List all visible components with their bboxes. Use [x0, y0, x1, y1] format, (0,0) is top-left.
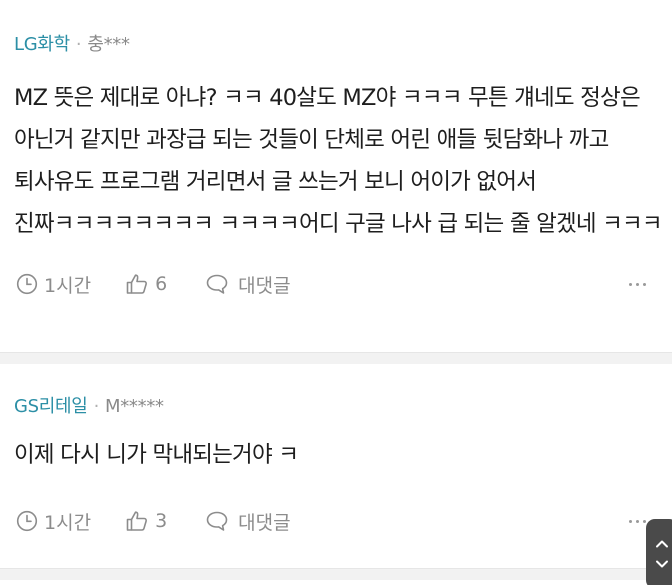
comment-actions: 1시간 6 대댓글	[14, 269, 658, 299]
more-dots-icon[interactable]	[629, 282, 646, 286]
comment-list: LG화학 · 충*** MZ 뜻은 제대로 아냐? ㅋㅋ 40살도 MZ야 ㅋㅋㅋ …	[0, 0, 672, 585]
scroll-up-down-icon[interactable]	[646, 519, 672, 585]
clock-icon	[16, 510, 38, 532]
author-company[interactable]: GS리테일	[14, 396, 88, 417]
comment-text: MZ 뜻은 제대로 아냐? ㅋㅋ 40살도 MZ야 ㅋㅋㅋ 무튼 걔네도 정상은…	[14, 85, 663, 237]
chevron-down-icon[interactable]	[655, 560, 669, 569]
thumbs-up-icon	[126, 511, 148, 531]
comment-time: 1시간	[16, 508, 91, 535]
comment-author: GS리테일 · M*****	[14, 395, 658, 419]
like-button[interactable]: 3	[125, 509, 167, 533]
comment-item: GS리테일 · M***** 이제 다시 니가 막내되는거야 ㅋ 1시간 3 대…	[0, 358, 672, 536]
like-button[interactable]: 6	[125, 272, 167, 296]
time-label: 1시간	[44, 511, 92, 534]
comment-divider	[0, 568, 672, 580]
clock-icon	[16, 273, 38, 295]
comment-item: LG화학 · 충*** MZ 뜻은 제대로 아냐? ㅋㅋ 40살도 MZ야 ㅋㅋㅋ …	[0, 0, 672, 358]
time-label: 1시간	[44, 274, 92, 297]
comment-divider	[0, 352, 672, 364]
comment-actions: 1시간 3 대댓글	[14, 506, 658, 536]
like-count: 6	[155, 273, 168, 295]
author-username: M*****	[104, 396, 164, 417]
speech-bubble-icon	[206, 274, 228, 294]
author-username: 충***	[87, 34, 130, 55]
reply-button[interactable]: 대댓글	[205, 271, 291, 298]
comment-text: 이제 다시 니가 막내되는거야 ㅋ	[14, 442, 299, 468]
comment-author: LG화학 · 충***	[14, 33, 658, 57]
chevron-up-icon[interactable]	[655, 539, 669, 548]
author-separator: ·	[93, 396, 100, 417]
speech-bubble-icon	[206, 511, 228, 531]
reply-button[interactable]: 대댓글	[205, 508, 291, 535]
more-dots-icon[interactable]	[629, 519, 646, 523]
reply-label: 대댓글	[238, 274, 291, 297]
comment-time: 1시간	[16, 271, 91, 298]
like-count: 3	[155, 510, 168, 532]
reply-label: 대댓글	[238, 511, 291, 534]
thumbs-up-icon	[126, 274, 148, 294]
author-separator: ·	[75, 34, 82, 55]
author-company[interactable]: LG화학	[14, 34, 70, 55]
